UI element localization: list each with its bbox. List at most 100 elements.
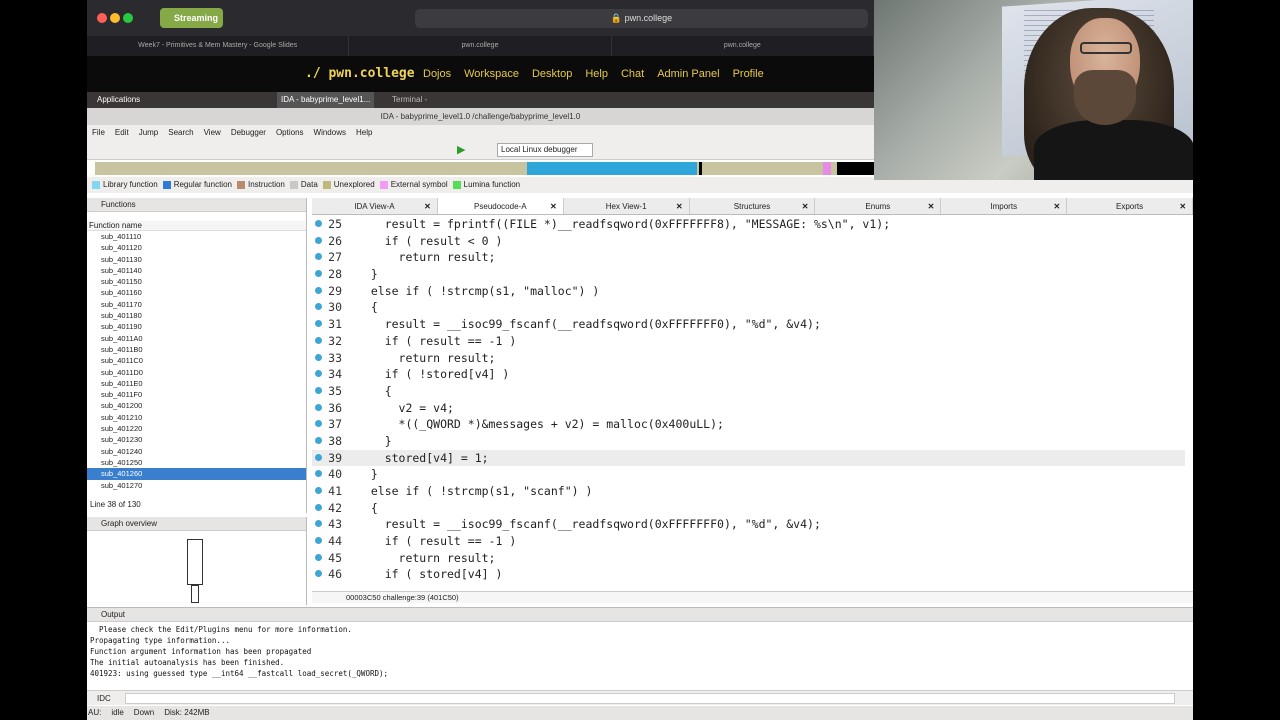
code-line[interactable]: 27 return result; [312,249,1185,266]
function-row[interactable]: sub_401180 [87,310,306,321]
graph-overview-node[interactable] [191,585,199,603]
menu-options[interactable]: Options [276,125,304,140]
code-line[interactable]: 41 else if ( !strcmp(s1, "scanf") ) [312,483,1185,500]
code-line[interactable]: 31 result = __isoc99_fscanf(__readfsqwor… [312,316,1185,333]
tab-pseudocode-a[interactable]: Pseudocode-A ✕ [437,198,564,215]
browser-tab-pwn1[interactable]: pwn.college [349,36,612,56]
function-row[interactable]: sub_401130 [87,254,306,265]
close-tab-icon[interactable]: ✕ [928,198,935,215]
function-row[interactable]: sub_401240 [87,446,306,457]
function-row[interactable]: sub_401140 [87,265,306,276]
function-row[interactable]: sub_4011C0 [87,355,306,366]
play-icon[interactable]: ▶ [457,143,465,156]
code-line[interactable]: 35 { [312,383,1185,400]
nav-help[interactable]: Help [585,68,608,80]
menu-jump[interactable]: Jump [139,125,159,140]
tab-structures[interactable]: Structures ✕ [690,198,816,214]
code-line[interactable]: 38 } [312,433,1185,450]
function-name-header[interactable]: Function name [87,221,306,231]
function-row[interactable]: sub_401150 [87,276,306,287]
function-row[interactable]: sub_4011D0 [87,367,306,378]
code-line[interactable]: 32 if ( result == -1 ) [312,333,1185,350]
menu-view[interactable]: View [204,125,221,140]
browser-tab-pwn2[interactable]: pwn.college [612,36,874,56]
code-line[interactable]: 46 if ( stored[v4] ) [312,566,1185,583]
tab-ida-view-a[interactable]: IDA View-A ✕ [312,198,438,214]
nav-workspace[interactable]: Workspace [464,68,519,80]
function-row[interactable]: sub_401230 [87,434,306,445]
tab-exports[interactable]: Exports ✕ [1067,198,1193,214]
code-line[interactable]: 30 { [312,299,1185,316]
nav-chat[interactable]: Chat [621,68,644,80]
code-line[interactable]: 36 v2 = v4; [312,400,1185,417]
minimize-window-button[interactable] [110,13,120,23]
function-row[interactable]: sub_401120 [87,242,306,253]
streaming-badge[interactable]: Streaming [160,8,223,28]
tab-imports[interactable]: Imports ✕ [941,198,1068,215]
site-logo[interactable]: ./ pwn.college [305,66,415,81]
code-line[interactable]: 39 stored[v4] = 1; [312,449,1185,467]
close-window-button[interactable] [97,13,107,23]
code-line[interactable]: 28 } [312,266,1185,283]
code-line[interactable]: 44 if ( result == -1 ) [312,533,1185,550]
close-tab-icon[interactable]: ✕ [550,198,557,215]
menu-help[interactable]: Help [356,125,372,140]
code-line[interactable]: 34 if ( !stored[v4] ) [312,366,1185,383]
applications-menu[interactable]: Applications [87,95,140,104]
menu-edit[interactable]: Edit [115,125,129,140]
function-row[interactable]: sub_401110 [87,231,306,242]
code-line[interactable]: 40 } [312,466,1185,483]
code-line[interactable]: 33 return result; [312,350,1185,367]
close-tab-icon[interactable]: ✕ [676,198,683,215]
code-line[interactable]: 29 else if ( !strcmp(s1, "malloc") ) [312,283,1185,300]
close-tab-icon[interactable]: ✕ [1053,198,1060,215]
code-line[interactable]: 37 *((_QWORD *)&messages + v2) = malloc(… [312,416,1185,433]
pseudocode-view[interactable]: 25 result = fprintf((FILE *)__readfsqwor… [312,216,1185,591]
close-tab-icon[interactable]: ✕ [802,198,809,215]
menu-windows[interactable]: Windows [314,125,346,140]
function-row[interactable]: sub_401210 [87,412,306,423]
function-row[interactable]: sub_4011A0 [87,333,306,344]
graph-overview-node[interactable] [187,539,203,585]
taskbar-terminal[interactable]: Terminal - [392,92,427,108]
navigation-band[interactable] [95,162,874,175]
function-row[interactable]: sub_401250 [87,457,306,468]
function-row[interactable]: sub_401160 [87,287,306,298]
code-line[interactable]: 45 return result; [312,550,1185,567]
tab-hex-view-1[interactable]: Hex View-1 ✕ [564,198,690,214]
nav-admin[interactable]: Admin Panel [657,68,719,80]
close-tab-icon[interactable]: ✕ [424,198,431,215]
taskbar-ida[interactable]: IDA - babyprime_level1... [277,92,375,108]
menu-debugger[interactable]: Debugger [231,125,266,140]
function-row[interactable]: sub_401200 [87,400,306,411]
function-row[interactable]: sub_4011E0 [87,378,306,389]
browser-tab-slides[interactable]: Week7 - Primitives & Mem Mastery - Googl… [87,36,350,56]
function-row[interactable]: sub_401220 [87,423,306,434]
function-row[interactable]: sub_401190 [87,321,306,332]
function-row[interactable]: sub_401260 [87,468,306,480]
idc-input[interactable] [125,693,1175,704]
graph-overview-title: Graph overview [87,517,306,531]
debugger-select[interactable]: Local Linux debugger [497,143,593,157]
line-number: 27 [328,250,342,265]
code-line[interactable]: 26 if ( result < 0 ) [312,233,1185,250]
idc-label[interactable]: IDC [97,694,111,703]
nav-desktop[interactable]: Desktop [532,68,572,80]
nav-profile[interactable]: Profile [733,68,764,80]
tab-enums[interactable]: Enums ✕ [815,198,942,215]
code-line[interactable]: 43 result = __isoc99_fscanf(__readfsqwor… [312,516,1185,533]
line-number: 28 [328,267,342,282]
close-tab-icon[interactable]: ✕ [1179,198,1186,215]
nav-dojos[interactable]: Dojos [423,68,451,80]
function-row[interactable]: sub_4011B0 [87,344,306,355]
zoom-window-button[interactable] [123,13,133,23]
code-line[interactable]: 42 { [312,500,1185,517]
function-row[interactable]: sub_4011F0 [87,389,306,400]
line-number: 35 [328,383,342,398]
function-row[interactable]: sub_401270 [87,480,306,491]
url-bar[interactable]: 🔒 pwn.college [415,9,868,28]
menu-search[interactable]: Search [168,125,193,140]
code-line[interactable]: 25 result = fprintf((FILE *)__readfsqwor… [312,216,1185,233]
function-row[interactable]: sub_401170 [87,299,306,310]
menu-file[interactable]: File [92,125,105,140]
